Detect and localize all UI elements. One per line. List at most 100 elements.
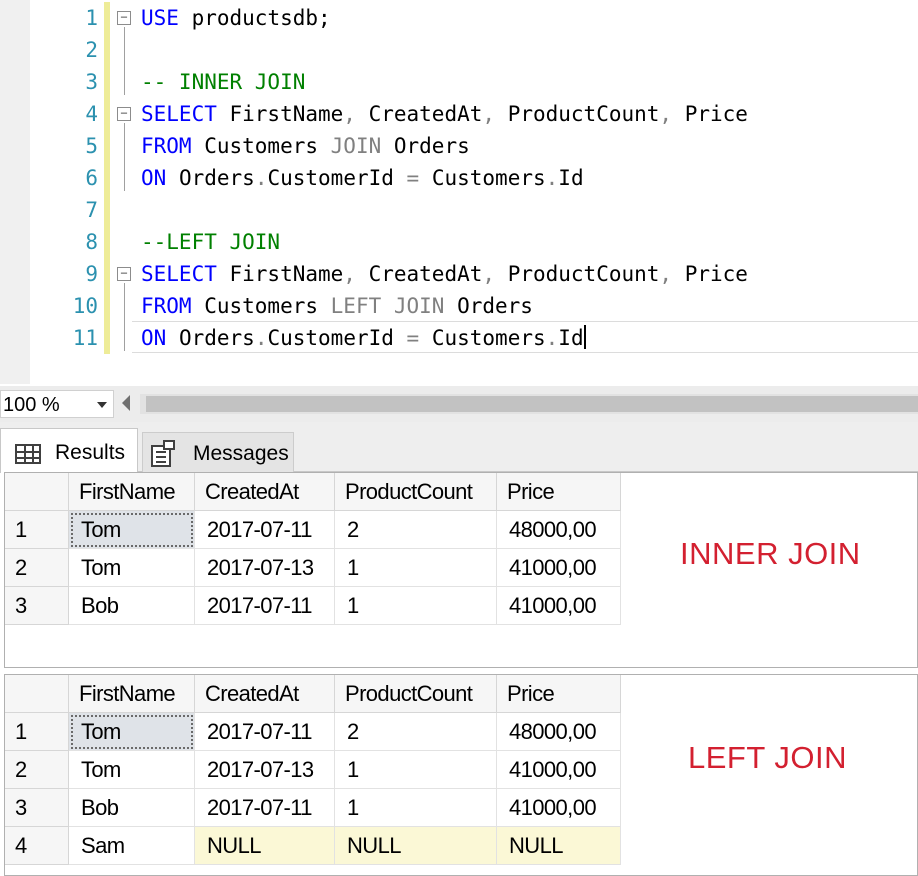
collapse-icon[interactable]: − — [117, 107, 131, 121]
cell-productcount[interactable]: 1 — [335, 789, 497, 827]
cell-createdat[interactable]: 2017-07-13 — [195, 549, 335, 587]
code-line[interactable]: 10 FROM Customers LEFT JOIN Orders — [0, 290, 918, 322]
row-number-header[interactable] — [5, 675, 69, 713]
cell-productcount[interactable]: 1 — [335, 587, 497, 625]
code-line[interactable]: 8 --LEFT JOIN — [0, 226, 918, 258]
chevron-down-icon[interactable] — [97, 402, 107, 408]
column-header-firstname[interactable]: FirstName — [69, 675, 195, 713]
code-line[interactable]: 2 — [0, 34, 918, 66]
code-token: JOIN — [330, 134, 382, 158]
row-number[interactable]: 2 — [5, 751, 69, 789]
code-text[interactable]: ON Orders.CustomerId = Customers.Id — [141, 162, 584, 194]
tab-messages[interactable]: Messages — [142, 432, 294, 472]
results-tabstrip: Results Messages — [0, 422, 918, 473]
cell-firstname[interactable]: Sam — [69, 827, 195, 865]
code-token: ON — [141, 326, 167, 350]
cell-productcount[interactable]: 2 — [335, 713, 497, 751]
cell-productcount[interactable]: NULL — [335, 827, 497, 865]
line-number: 7 — [85, 198, 98, 222]
code-line[interactable]: 11 ON Orders.CustomerId = Customers.Id — [0, 322, 918, 354]
code-token: CreatedAt — [355, 262, 483, 286]
line-number: 11 — [72, 326, 98, 350]
cell-price[interactable]: NULL — [497, 827, 621, 865]
collapse-icon[interactable]: − — [117, 11, 131, 25]
cell-price[interactable]: 41000,00 — [497, 587, 621, 625]
row-number-header[interactable] — [5, 473, 69, 511]
code-text[interactable]: ON Orders.CustomerId = Customers.Id — [141, 322, 586, 354]
code-line[interactable]: 9 − SELECT FirstName, CreatedAt, ProductCo… — [0, 258, 918, 290]
change-marker — [104, 98, 110, 130]
row-number[interactable]: 4 — [5, 827, 69, 865]
code-text[interactable]: USE productsdb; — [141, 2, 331, 34]
outline-guide — [124, 123, 125, 191]
column-header-firstname[interactable]: FirstName — [69, 473, 195, 511]
cell-firstname[interactable]: Tom — [69, 511, 195, 549]
column-header-price[interactable]: Price — [497, 675, 621, 713]
code-token: = — [406, 326, 420, 350]
cell-productcount[interactable]: 1 — [335, 751, 497, 789]
code-token: ON — [141, 166, 167, 190]
code-token: Customers — [191, 294, 331, 318]
cell-price[interactable]: 41000,00 — [497, 549, 621, 587]
cell-price[interactable]: 48000,00 — [497, 511, 621, 549]
cell-firstname[interactable]: Tom — [69, 751, 195, 789]
code-text[interactable]: FROM Customers JOIN Orders — [141, 130, 470, 162]
cell-price[interactable]: 41000,00 — [497, 751, 621, 789]
column-header-createdat[interactable]: CreatedAt — [195, 473, 335, 511]
code-line[interactable]: 6 ON Orders.CustomerId = Customers.Id — [0, 162, 918, 194]
cell-productcount[interactable]: 1 — [335, 549, 497, 587]
code-text[interactable]: SELECT FirstName, CreatedAt, ProductCoun… — [141, 98, 748, 130]
code-line[interactable]: 3 -- INNER JOIN — [0, 66, 918, 98]
code-line[interactable]: 1 − USE productsdb; — [0, 2, 918, 34]
cell-createdat[interactable]: 2017-07-11 — [195, 587, 335, 625]
column-header-createdat[interactable]: CreatedAt — [195, 675, 335, 713]
cell-createdat[interactable]: 2017-07-11 — [195, 713, 335, 751]
change-marker — [104, 66, 110, 98]
code-token: Orders — [444, 294, 533, 318]
editor-status-bar: 100 % — [0, 386, 918, 422]
cell-createdat[interactable]: 2017-07-11 — [195, 511, 335, 549]
grid-icon — [15, 444, 41, 464]
code-text[interactable]: SELECT FirstName, CreatedAt, ProductCoun… — [141, 258, 748, 290]
code-text[interactable]: --LEFT JOIN — [141, 226, 280, 258]
code-line[interactable]: 7 — [0, 194, 918, 226]
code-token: , — [482, 102, 496, 126]
row-number[interactable]: 2 — [5, 549, 69, 587]
code-token: Orders — [381, 134, 470, 158]
line-number: 8 — [85, 230, 98, 254]
code-line[interactable]: 5 FROM Customers JOIN Orders — [0, 130, 918, 162]
column-header-productcount[interactable]: ProductCount — [335, 675, 497, 713]
line-number: 3 — [85, 70, 98, 94]
row-number[interactable]: 1 — [5, 713, 69, 751]
zoom-select[interactable]: 100 % — [0, 390, 114, 418]
row-number[interactable]: 3 — [5, 587, 69, 625]
code-token: Id — [558, 326, 584, 350]
scroll-left-icon[interactable] — [122, 395, 130, 411]
line-number: 1 — [85, 6, 98, 30]
cell-createdat[interactable]: 2017-07-13 — [195, 751, 335, 789]
collapse-icon[interactable]: − — [117, 267, 131, 281]
code-text[interactable]: FROM Customers LEFT JOIN Orders — [141, 290, 533, 322]
cell-firstname[interactable]: Bob — [69, 789, 195, 827]
row-number[interactable]: 1 — [5, 511, 69, 549]
left-join-label: LEFT JOIN — [688, 740, 847, 775]
cell-firstname[interactable]: Tom — [69, 713, 195, 751]
cell-price[interactable]: 41000,00 — [497, 789, 621, 827]
column-header-price[interactable]: Price — [497, 473, 621, 511]
cell-firstname[interactable]: Tom — [69, 549, 195, 587]
row-number[interactable]: 3 — [5, 789, 69, 827]
change-marker — [104, 322, 110, 354]
tab-results[interactable]: Results — [0, 428, 138, 473]
tab-messages-label: Messages — [193, 442, 289, 465]
code-text[interactable]: -- INNER JOIN — [141, 66, 305, 98]
cell-createdat[interactable]: 2017-07-11 — [195, 789, 335, 827]
cell-price[interactable]: 48000,00 — [497, 713, 621, 751]
column-header-productcount[interactable]: ProductCount — [335, 473, 497, 511]
cell-productcount[interactable]: 2 — [335, 511, 497, 549]
messages-icon-overlay — [163, 440, 175, 450]
cell-firstname[interactable]: Bob — [69, 587, 195, 625]
code-line[interactable]: 4 − SELECT FirstName, CreatedAt, ProductCo… — [0, 98, 918, 130]
scrollbar-thumb[interactable] — [146, 396, 918, 412]
query-editor[interactable]: 1− USE productsdb; 2 3 -- INNER JOIN 4− SELECT… — [0, 0, 918, 384]
cell-createdat[interactable]: NULL — [195, 827, 335, 865]
